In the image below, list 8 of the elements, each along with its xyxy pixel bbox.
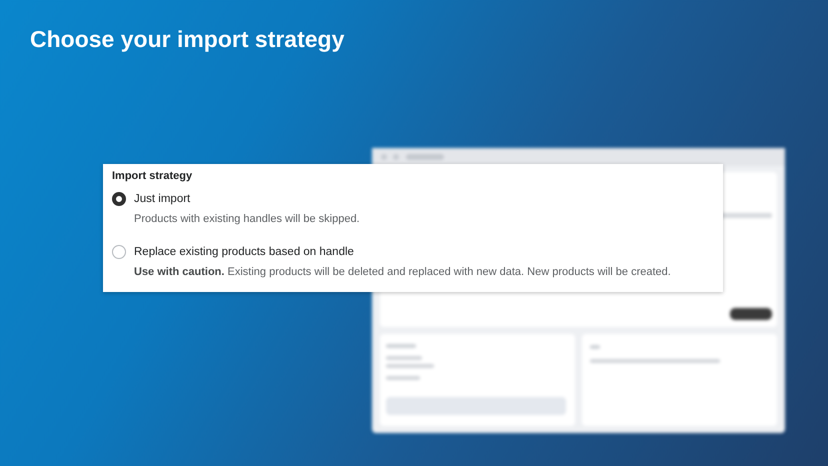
card-heading: Import strategy	[112, 170, 192, 182]
option-label: Just import	[134, 193, 190, 205]
page-title: Choose your import strategy	[30, 26, 344, 53]
option-label: Replace existing products based on handle	[134, 246, 354, 258]
radio-button[interactable]	[112, 192, 126, 206]
option-description: Products with existing handles will be skipped.	[134, 213, 360, 225]
option-description: Use with caution. Existing products will be deleted and replaced with new data. New products will be created.	[134, 266, 671, 278]
radio-button[interactable]	[112, 245, 126, 259]
